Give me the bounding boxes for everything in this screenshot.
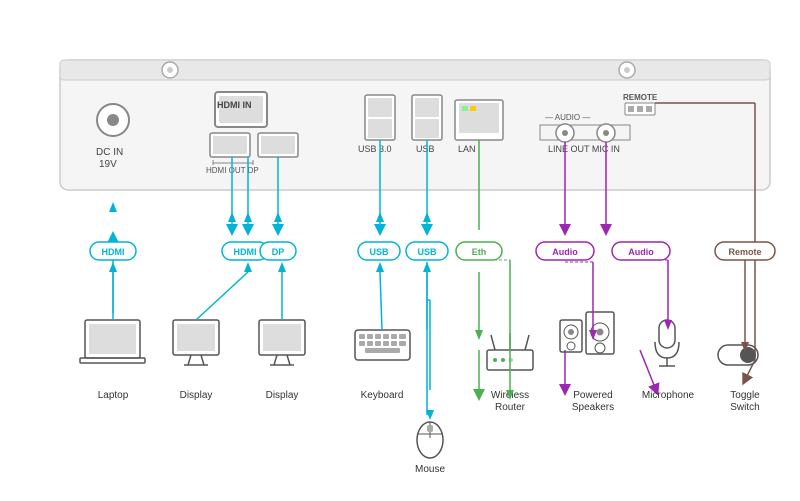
- svg-text:LAN: LAN: [458, 144, 476, 154]
- svg-text:USB: USB: [417, 247, 437, 257]
- svg-text:19V: 19V: [99, 159, 117, 170]
- laptop-label: Laptop: [98, 390, 129, 401]
- svg-text:USB 3.0: USB 3.0: [358, 144, 392, 154]
- svg-text:REMOTE: REMOTE: [623, 93, 658, 102]
- display2-label: Display: [266, 390, 299, 401]
- svg-text:HDMI: HDMI: [234, 247, 257, 257]
- speakers-label: Powered: [573, 390, 612, 401]
- display1-label: Display: [180, 390, 213, 401]
- svg-text:Eth: Eth: [472, 247, 487, 257]
- toggle-switch-label2: Switch: [730, 402, 759, 413]
- svg-text:DP: DP: [272, 247, 285, 257]
- svg-text:HDMI IN: HDMI IN: [217, 100, 252, 110]
- svg-text:Remote: Remote: [728, 247, 761, 257]
- svg-text:HDMI: HDMI: [102, 247, 125, 257]
- keyboard-label: Keyboard: [361, 390, 404, 401]
- svg-text:— AUDIO —: — AUDIO —: [545, 113, 590, 122]
- speakers-label2: Speakers: [572, 402, 614, 413]
- svg-text:USB: USB: [416, 144, 435, 154]
- router-label2: Router: [495, 402, 526, 413]
- svg-text:LINE OUT MIC IN: LINE OUT MIC IN: [548, 144, 620, 154]
- mouse-label: Mouse: [415, 464, 445, 475]
- connection-diagram: DC IN 19V HDMI IN HDMI OUT DP USB 3.0 US…: [0, 0, 800, 501]
- svg-text:Audio: Audio: [552, 247, 578, 257]
- svg-text:DC IN: DC IN: [96, 147, 123, 158]
- toggle-switch-label: Toggle: [730, 390, 760, 401]
- svg-text:USB: USB: [369, 247, 389, 257]
- svg-text:Audio: Audio: [628, 247, 654, 257]
- microphone-label: Microphone: [642, 390, 695, 401]
